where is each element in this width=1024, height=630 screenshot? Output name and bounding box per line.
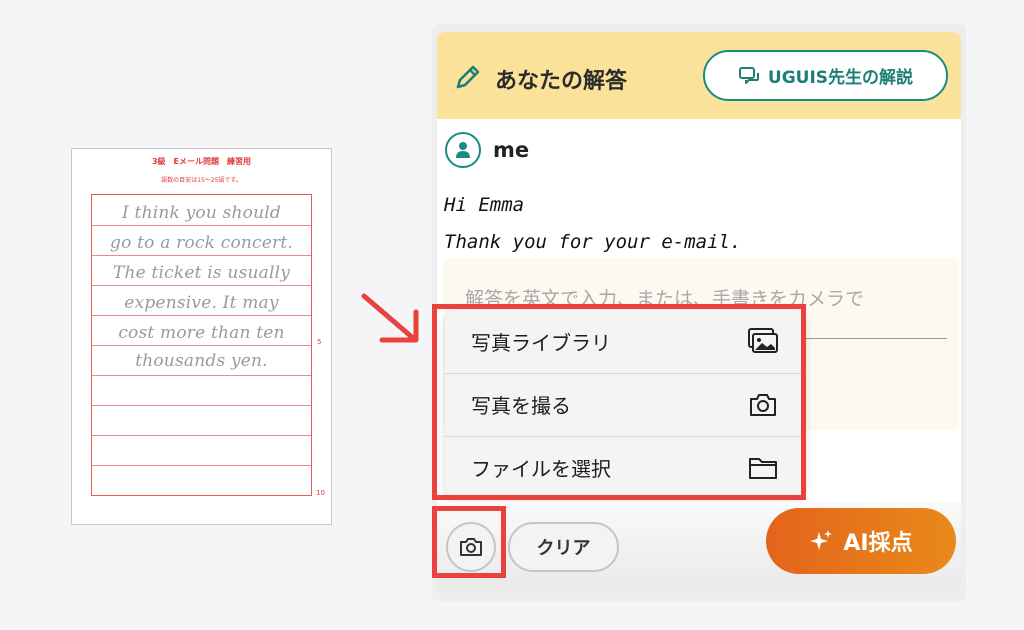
sheet-note: 語数の目安は15〜25語です。 <box>161 177 242 184</box>
clear-button-label: クリア <box>536 538 591 559</box>
user-row: me <box>445 130 529 170</box>
ruled-line <box>92 315 311 316</box>
page-title: あなたの解答 <box>495 69 628 94</box>
highlight-camera <box>432 506 506 578</box>
handwriting-line: expensive. It may <box>124 293 279 313</box>
answer-text: Hi Emma Thank you for your e-mail. <box>444 187 741 261</box>
answer-line: Thank you for your e-mail. <box>444 231 742 253</box>
pencil-icon <box>456 65 480 89</box>
explanation-button[interactable]: UGUIS先生の解説 <box>703 50 948 101</box>
user-icon <box>456 142 470 158</box>
writing-area: I think you should go to a rock concert.… <box>91 194 312 496</box>
ruled-line <box>92 405 311 406</box>
ruled-line <box>92 255 311 256</box>
line-number-10: 10 <box>316 489 325 497</box>
handwriting-line: The ticket is usually <box>112 263 291 283</box>
ruled-line <box>92 285 311 286</box>
highlight-menu <box>432 304 806 500</box>
ruled-line <box>92 225 311 226</box>
handwriting-line: I think you should <box>122 203 281 223</box>
practice-sheet: 3級 Eメール問題 練習用 語数の目安は15〜25語です。 I think yo… <box>71 148 332 525</box>
handwriting-line: go to a rock concert. <box>110 233 293 253</box>
line-number-5: 5 <box>317 338 322 346</box>
arrow-icon <box>361 293 419 343</box>
clear-button[interactable]: クリア <box>508 522 619 572</box>
sparkle-icon <box>810 530 833 550</box>
ruled-line <box>92 435 311 436</box>
ruled-line <box>92 375 311 376</box>
answer-header: あなたの解答 UGUIS先生の解説 <box>437 32 961 119</box>
handwriting-line: cost more than ten <box>118 323 285 343</box>
ai-grade-button-label: AI採点 <box>843 531 913 556</box>
ai-grade-button[interactable]: AI採点 <box>766 508 956 574</box>
explanation-button-label: UGUIS先生の解説 <box>767 68 914 88</box>
ruled-line <box>92 345 311 346</box>
ruled-line <box>92 465 311 466</box>
answer-line: Hi Emma <box>444 194 525 216</box>
chat-icon <box>738 66 759 84</box>
handwriting-line: thousands yen. <box>135 351 268 371</box>
user-name: me <box>493 138 530 162</box>
sheet-title: 3級 Eメール問題 練習用 <box>151 157 252 166</box>
avatar <box>445 132 481 168</box>
